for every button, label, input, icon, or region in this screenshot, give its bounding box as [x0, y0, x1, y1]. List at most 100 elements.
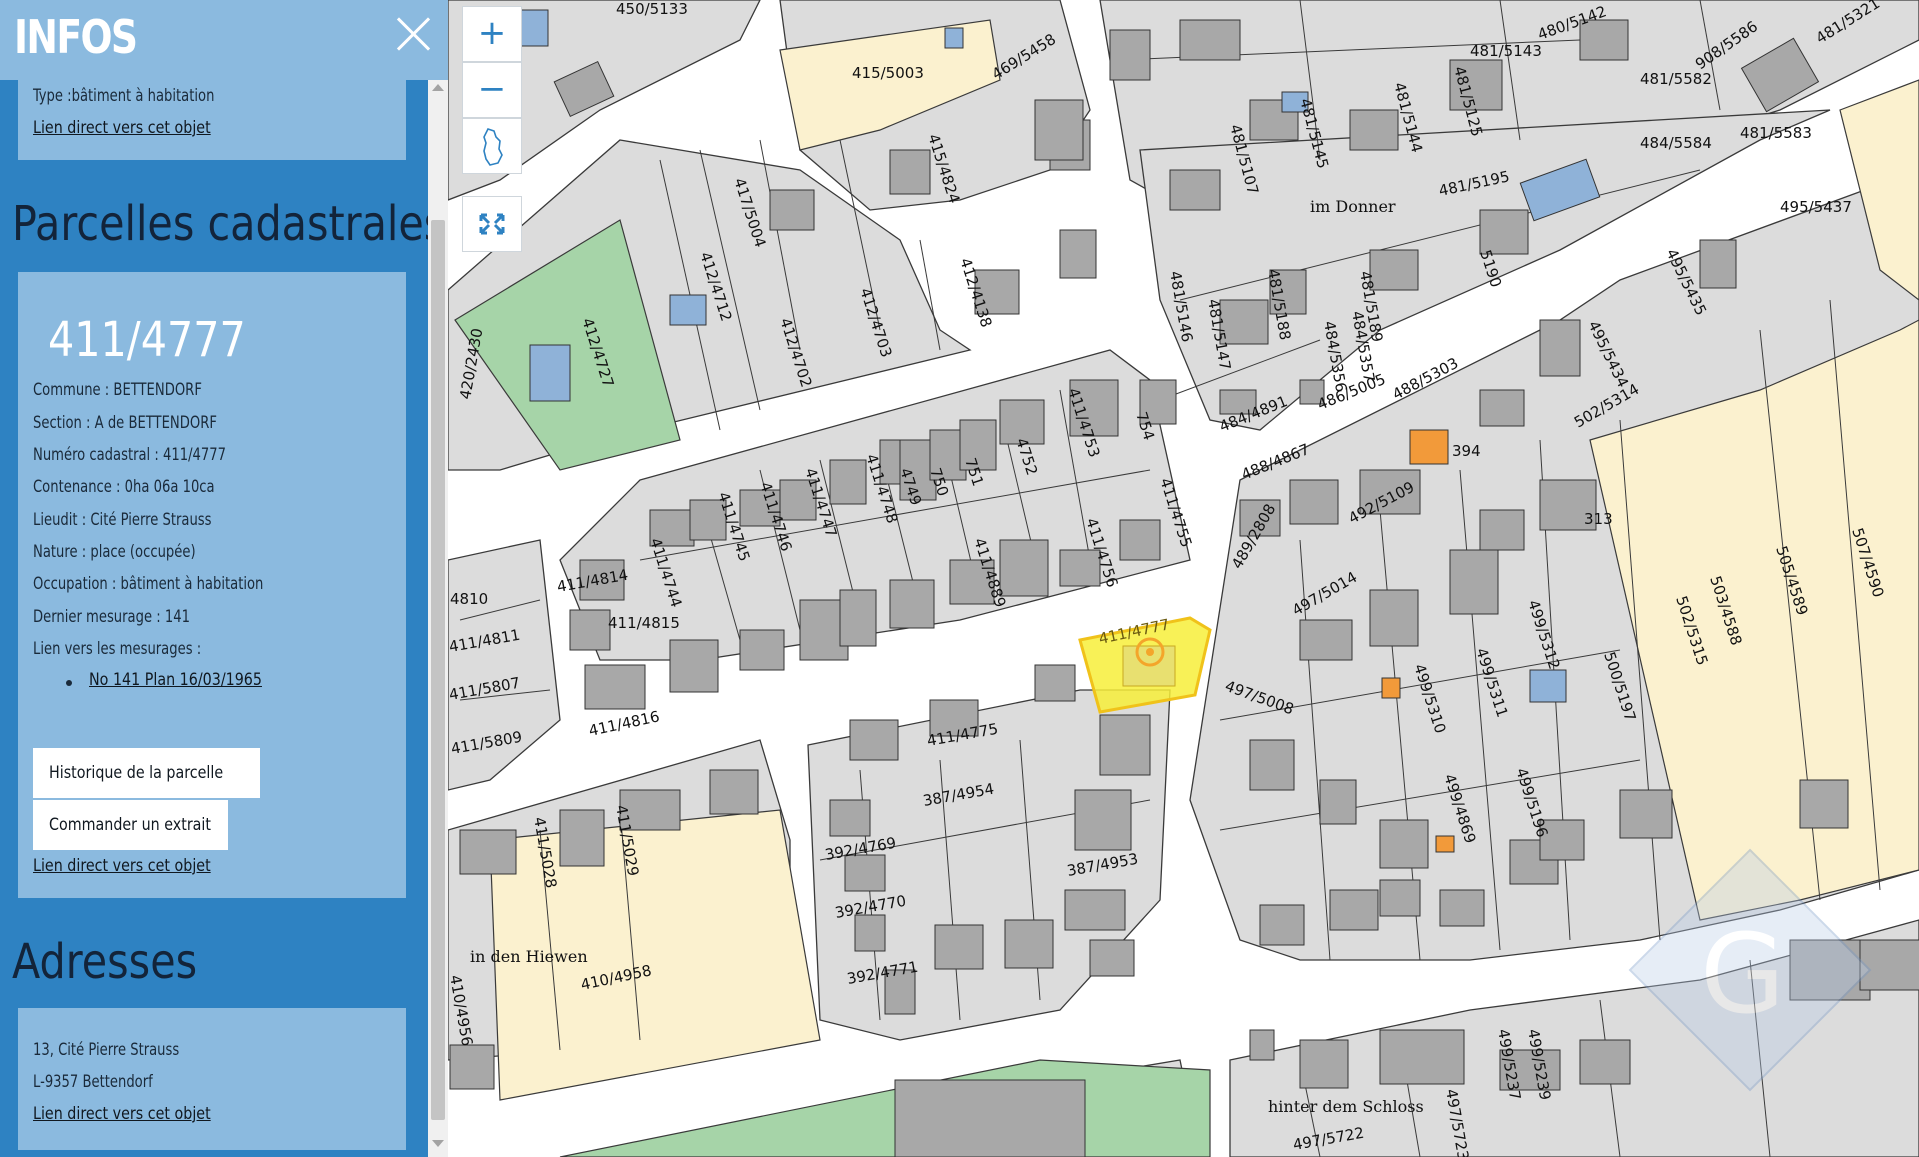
building[interactable]	[1249, 1029, 1275, 1061]
history-button[interactable]: Historique de la parcelle	[33, 748, 260, 798]
building[interactable]	[1699, 239, 1737, 289]
building[interactable]	[894, 1079, 1086, 1157]
building[interactable]	[1579, 1039, 1631, 1085]
building[interactable]	[449, 1044, 495, 1090]
building[interactable]	[934, 924, 984, 970]
building[interactable]	[1619, 789, 1673, 839]
building[interactable]	[1319, 779, 1357, 825]
building[interactable]	[709, 769, 759, 815]
building[interactable]	[1034, 664, 1076, 702]
building[interactable]	[854, 914, 886, 952]
building[interactable]	[584, 664, 646, 710]
building[interactable]	[839, 589, 877, 647]
green-area[interactable]	[559, 1059, 1211, 1157]
building[interactable]	[1074, 789, 1132, 851]
adresses-heading: Adresses	[12, 934, 198, 990]
building[interactable]	[769, 189, 815, 231]
sidebar-scrollbar[interactable]	[428, 80, 448, 1157]
building[interactable]	[669, 639, 719, 693]
cadastral-map[interactable]: im Donner in den Hiewen hinter dem Schlo…	[448, 0, 1919, 1157]
parcel-label: 411/4815	[608, 614, 680, 632]
zoom-in-button[interactable]: +	[462, 6, 522, 62]
parcel-card: 411/4777 Commune : BETTENDORF Section : …	[18, 272, 406, 898]
address-direct-link[interactable]: Lien direct vers cet objet	[33, 1104, 211, 1124]
building[interactable]	[1859, 939, 1919, 991]
building[interactable]	[889, 149, 931, 195]
building[interactable]	[1289, 479, 1339, 525]
building[interactable]	[1479, 509, 1525, 551]
blue-building[interactable]	[519, 9, 549, 47]
building[interactable]	[1369, 589, 1419, 647]
building-direct-link[interactable]: Lien direct vers cet objet	[33, 118, 211, 138]
parcel-id: 411/4777	[48, 312, 246, 368]
building[interactable]	[889, 579, 935, 629]
building[interactable]	[1169, 169, 1221, 211]
parcel-lieudit: Lieudit : Cité Pierre Strauss	[33, 510, 212, 530]
order-extract-button[interactable]: Commander un extrait	[33, 800, 228, 850]
building[interactable]	[1034, 99, 1084, 161]
zoom-out-button[interactable]: −	[462, 62, 522, 118]
parcel-label: 481/5143	[1470, 42, 1542, 60]
orange-building[interactable]	[1435, 835, 1455, 853]
building[interactable]	[1349, 109, 1399, 151]
building[interactable]	[999, 539, 1049, 597]
fullscreen-button[interactable]	[462, 196, 522, 252]
building[interactable]	[1449, 549, 1499, 615]
building[interactable]	[559, 809, 605, 867]
parcel-direct-link[interactable]: Lien direct vers cet objet	[33, 856, 211, 876]
building[interactable]	[1119, 519, 1161, 561]
building[interactable]	[1059, 229, 1097, 279]
building[interactable]	[1064, 889, 1126, 931]
building[interactable]	[1379, 819, 1429, 869]
building[interactable]	[1329, 889, 1379, 931]
building[interactable]	[1479, 209, 1529, 255]
building[interactable]	[1799, 779, 1849, 829]
history-button-label: Historique de la parcelle	[49, 763, 224, 783]
orange-building[interactable]	[1409, 429, 1449, 465]
building[interactable]	[1379, 879, 1421, 917]
building[interactable]	[1249, 739, 1295, 791]
orange-building[interactable]	[1381, 677, 1401, 699]
reset-extent-button[interactable]	[462, 118, 522, 174]
building[interactable]	[1439, 889, 1485, 927]
street-label: im Donner	[1310, 197, 1396, 216]
building[interactable]	[569, 609, 611, 651]
address-street: 13, Cité Pierre Strauss	[33, 1040, 180, 1060]
parcel-label: 495/5437	[1780, 198, 1852, 216]
parcel-label: 450/5133	[616, 0, 688, 18]
parcel-label: 481/5583	[1740, 124, 1812, 142]
close-icon[interactable]	[392, 12, 436, 56]
building[interactable]	[1299, 1039, 1349, 1089]
building[interactable]	[459, 829, 517, 875]
blue-building[interactable]	[1529, 669, 1567, 703]
parcel-label: 484/5584	[1640, 134, 1712, 152]
scroll-down-icon[interactable]	[432, 1140, 444, 1147]
building[interactable]	[849, 719, 899, 761]
building[interactable]	[1539, 319, 1581, 377]
building[interactable]	[829, 799, 871, 837]
logo-glyph: G	[1700, 910, 1785, 1038]
blue-building[interactable]	[529, 344, 571, 402]
building[interactable]	[1479, 389, 1525, 427]
map-canvas[interactable]: im Donner in den Hiewen hinter dem Schlo…	[448, 0, 1919, 1157]
building[interactable]	[1259, 904, 1305, 946]
scroll-up-icon[interactable]	[432, 84, 444, 91]
building[interactable]	[1299, 619, 1353, 661]
blue-building[interactable]	[669, 294, 707, 326]
building[interactable]	[844, 854, 886, 892]
building[interactable]	[1004, 919, 1054, 969]
building[interactable]	[1179, 19, 1241, 61]
building[interactable]	[1089, 939, 1135, 977]
street-label: hinter dem Schloss	[1268, 1097, 1424, 1116]
blue-building[interactable]	[944, 27, 964, 49]
parcel-occupation: Occupation : bâtiment à habitation	[33, 574, 264, 594]
building[interactable]	[1109, 29, 1151, 81]
building[interactable]	[739, 629, 785, 671]
measure-plan-link[interactable]: No 141 Plan 16/03/1965	[89, 670, 262, 690]
scroll-thumb[interactable]	[431, 220, 445, 1120]
building[interactable]	[1379, 1029, 1465, 1085]
building[interactable]	[1099, 714, 1151, 776]
building[interactable]	[829, 459, 867, 505]
parcel-label: 4810	[450, 590, 488, 608]
building-type-text: Type :bâtiment à habitation	[33, 86, 215, 106]
